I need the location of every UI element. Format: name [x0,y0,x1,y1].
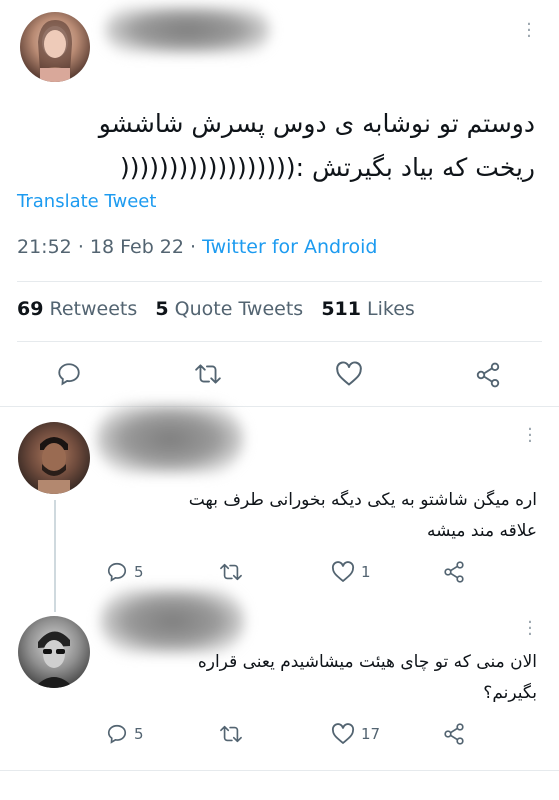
reply-count: 5 [134,725,144,743]
reply-text: الان منی که تو چای هیئت میشاشیدم یعنی قر… [107,647,537,709]
reply-avatar[interactable] [18,422,90,494]
quote-tweets-stat[interactable]: 5 Quote Tweets [155,298,303,320]
heart-icon [331,723,355,744]
meta-separator: · [190,236,197,258]
tweet-text-line-1: دوستم تو نوشابه ی دوس پسرش شاششو [98,109,535,138]
reply-icon [107,724,127,744]
translate-tweet-link[interactable]: Translate Tweet [17,191,156,212]
retweet-button[interactable] [219,561,243,583]
share-icon [444,723,464,745]
heart-icon [331,561,355,582]
retweets-count: 69 [17,298,44,320]
likes-label: Likes [367,298,415,320]
thread-line [54,500,56,612]
divider [17,341,542,342]
like-count: 1 [361,563,371,581]
tweet-text-line-2: ریخت که بیاد بگیرتش :(((((((((((((((((( [120,153,535,182]
likes-count: 511 [321,298,361,320]
like-button[interactable] [335,361,363,387]
divider [17,281,542,282]
author-avatar-image [38,20,72,82]
tweet-stats: 69 Retweets 5 Quote Tweets 511 Likes [17,298,415,320]
likes-stat[interactable]: 511 Likes [321,298,415,320]
reply-button[interactable]: 5 [106,723,144,745]
like-count: 17 [361,725,381,743]
retweet-icon [195,364,221,384]
more-options-icon[interactable]: · · · [525,421,535,451]
retweet-button[interactable] [219,723,243,745]
author-avatar[interactable] [20,12,90,82]
reply-icon [58,363,80,386]
reply-avatar-image [34,631,74,688]
divider [0,406,559,407]
meta-separator: · [77,236,84,258]
retweets-label: Retweets [49,298,138,320]
quote-tweets-label: Quote Tweets [174,298,304,320]
divider [0,770,559,771]
reply-author-blurred [96,404,244,474]
like-button[interactable]: 17 [331,723,380,745]
tweet-date: 18 Feb 22 [89,236,184,258]
more-options-icon[interactable]: · · · [525,614,535,644]
tweet-text: دوستم تو نوشابه ی دوس پسرش شاششو ریخت که… [15,102,535,190]
reply-text-line-1: اره میگن شاشتو به یکی دیگه بخورانی طرف ب… [188,490,537,510]
retweet-icon [220,725,242,743]
tweet-source-link[interactable]: Twitter for Android [202,236,377,258]
reply-avatar-image [38,437,70,494]
share-button[interactable] [474,361,502,389]
retweets-stat[interactable]: 69 Retweets [17,298,137,320]
reply-icon [107,562,127,582]
share-icon [476,362,500,388]
author-name-blurred [105,6,270,54]
reply-text-line-2: علاقه مند میشه [426,521,537,541]
reply-text: اره میگن شاشتو به یکی دیگه بخورانی طرف ب… [107,485,537,547]
tweet-time: 21:52 [17,236,72,258]
heart-icon [336,361,362,386]
reply-text-line-2: بگیرنم؟ [483,683,537,703]
retweet-icon [220,563,242,581]
reply-author-blurred [100,588,245,654]
reply-count: 5 [134,563,144,581]
like-button[interactable]: 1 [331,561,371,583]
share-button[interactable] [442,722,466,746]
reply-text-line-1: الان منی که تو چای هیئت میشاشیدم یعنی قر… [197,652,537,672]
quote-tweets-count: 5 [155,298,169,320]
share-icon [444,561,464,583]
reply-button[interactable] [56,361,82,387]
share-button[interactable] [442,560,466,584]
reply-avatar[interactable] [18,616,90,688]
more-options-icon[interactable]: · · · [524,16,534,46]
tweet-meta: 21:52 · 18 Feb 22 · Twitter for Android [17,236,377,258]
retweet-button[interactable] [194,361,222,387]
reply-button[interactable]: 5 [106,561,144,583]
